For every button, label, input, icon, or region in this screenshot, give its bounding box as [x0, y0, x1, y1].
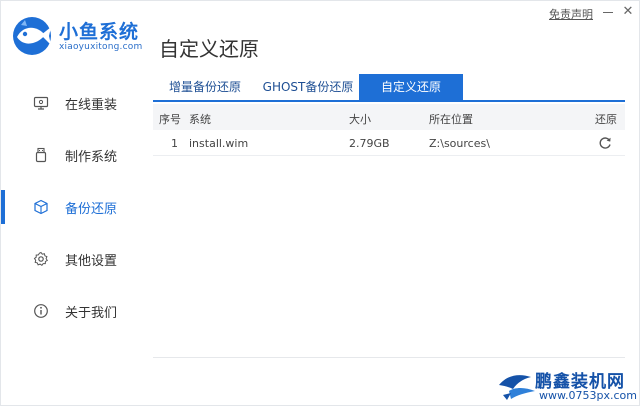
monitor-icon	[33, 96, 49, 110]
tab-bar: 增量备份还原 GHOST备份还原 自定义还原	[153, 74, 625, 102]
sidebar-item-label: 备份还原	[65, 201, 118, 217]
fish-logo-icon	[13, 17, 51, 55]
brand-name: 小鱼系统	[59, 21, 140, 43]
sidebar-item-label: 在线重装	[65, 97, 118, 113]
sidebar-item-about-us[interactable]: 关于我们	[1, 289, 141, 333]
usb-drive-icon	[35, 147, 47, 163]
watermark-url: www.0753px.com	[539, 389, 637, 402]
column-header-index: 序号	[159, 113, 181, 126]
close-button[interactable]: ✕	[619, 3, 637, 21]
tab-ghost-backup[interactable]: GHOST备份还原	[257, 74, 359, 100]
brand-logo: 小鱼系统 xiaoyuxitong.com	[9, 11, 149, 61]
tab-incremental-backup[interactable]: 增量备份还原	[153, 74, 257, 100]
table-row[interactable]: 1 install.wim 2.79GB Z:\sources\	[153, 130, 625, 156]
app-window: 小鱼系统 xiaoyuxitong.com 自定义还原 免责声明 ✕ 在线重装 …	[0, 0, 640, 406]
backup-cube-icon	[34, 199, 48, 215]
cell-size: 2.79GB	[349, 137, 390, 150]
watermark: 鹏鑫装机网 www.0753px.com	[495, 365, 640, 406]
table-header: 序号 系统 大小 所在位置 还原	[153, 104, 625, 130]
sidebar-item-make-system[interactable]: 制作系统	[1, 133, 141, 177]
info-icon	[34, 304, 48, 318]
cell-index: 1	[171, 137, 178, 150]
tab-custom-restore[interactable]: 自定义还原	[359, 74, 463, 100]
column-header-size: 大小	[349, 113, 371, 126]
column-header-restore: 还原	[595, 113, 617, 126]
column-header-system: 系统	[189, 113, 211, 126]
brand-url: xiaoyuxitong.com	[59, 42, 143, 52]
minimize-button[interactable]	[599, 3, 617, 21]
sidebar-item-label: 制作系统	[65, 149, 118, 165]
cell-location: Z:\sources\	[429, 137, 490, 150]
disclaimer-link[interactable]: 免责声明	[549, 6, 593, 22]
eagle-logo-icon	[499, 375, 535, 400]
sidebar-item-online-reinstall[interactable]: 在线重装	[1, 81, 141, 125]
gear-icon	[33, 251, 49, 266]
page-title: 自定义还原	[159, 37, 259, 61]
sidebar-item-label: 关于我们	[65, 305, 118, 321]
refresh-icon[interactable]	[597, 135, 613, 151]
column-header-location: 所在位置	[429, 113, 473, 126]
content-divider	[153, 357, 625, 358]
sidebar-item-backup-restore[interactable]: 备份还原	[1, 185, 141, 229]
sidebar-item-label: 其他设置	[65, 253, 118, 269]
cell-system: install.wim	[189, 137, 249, 150]
sidebar-item-other-settings[interactable]: 其他设置	[1, 237, 141, 281]
